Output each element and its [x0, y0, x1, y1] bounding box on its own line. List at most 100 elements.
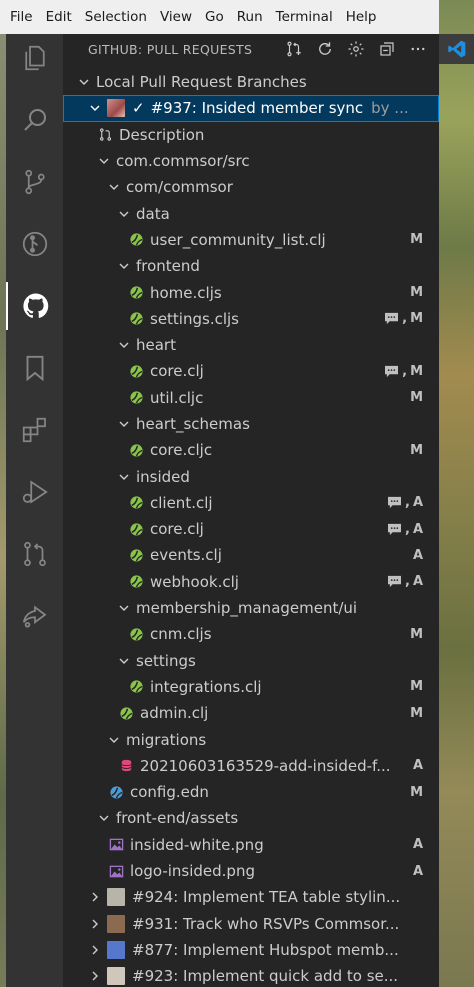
- pull-requests-sidebar: GITHUB: PULL REQUESTS Local Pull Request…: [63, 34, 439, 987]
- author-avatar: [107, 940, 125, 959]
- file-item[interactable]: core.clj, A: [63, 516, 439, 542]
- item-label: core.clj: [150, 362, 204, 381]
- file-item[interactable]: 20210603163529-add-insided-f... A: [63, 753, 439, 779]
- explorer-icon[interactable]: [6, 34, 63, 82]
- file-item[interactable]: settings.cljs, M: [63, 306, 439, 332]
- file-item[interactable]: home.cljs M: [63, 279, 439, 305]
- bookmark-icon[interactable]: [6, 344, 63, 392]
- folder-item[interactable]: com.commsor/src: [63, 148, 439, 174]
- menu-bar: File Edit Selection View Go Run Terminal Help: [0, 0, 439, 34]
- status-letter: M: [410, 626, 423, 642]
- create-pull-request-icon[interactable]: [283, 38, 305, 60]
- clojure-file-icon: [128, 626, 144, 642]
- file-status-badge: A: [413, 864, 423, 879]
- file-item[interactable]: config.edn M: [63, 779, 439, 805]
- pr-title: #924: Implement TEA table stylin...: [132, 888, 401, 907]
- menu-selection[interactable]: Selection: [79, 9, 154, 25]
- status-letter: M: [410, 705, 423, 721]
- group-label: Local Pull Request Branches: [96, 73, 307, 92]
- file-item[interactable]: user_community_list.clj M: [63, 227, 439, 253]
- author-avatar: [107, 99, 125, 118]
- activity-bar: [6, 34, 63, 987]
- menu-terminal[interactable]: Terminal: [270, 9, 340, 25]
- pr-item-937[interactable]: ✓ #937: Insided member sync by ...: [63, 95, 439, 122]
- source-control-icon[interactable]: [6, 158, 63, 206]
- file-item[interactable]: core.cljc M: [63, 437, 439, 463]
- github-icon[interactable]: [6, 282, 63, 330]
- chevron-down-icon: [117, 654, 131, 668]
- chevron-down-icon: [117, 207, 131, 221]
- clojure-file-icon: [128, 547, 144, 563]
- folder-item[interactable]: settings: [63, 648, 439, 674]
- clojure-file-icon: [128, 574, 144, 590]
- chevron-down-icon: [77, 75, 91, 89]
- extensions-icon[interactable]: [6, 406, 63, 454]
- clojure-file-icon: [128, 442, 144, 458]
- status-letter: A: [412, 863, 423, 879]
- status-letter: A: [412, 574, 423, 590]
- pr-item[interactable]: #877: Implement Hubspot memb...: [63, 937, 439, 963]
- menu-help[interactable]: Help: [340, 9, 384, 25]
- menu-run[interactable]: Run: [231, 9, 270, 25]
- file-item[interactable]: insided-white.png A: [63, 832, 439, 858]
- folder-item[interactable]: membership_management/ui: [63, 595, 439, 621]
- item-label: integrations.clj: [150, 677, 262, 696]
- live-share-icon[interactable]: [6, 592, 63, 640]
- status-letter: A: [412, 495, 423, 511]
- file-item[interactable]: cnm.cljs M: [63, 621, 439, 647]
- git-graph-icon[interactable]: [6, 220, 63, 268]
- item-label: client.clj: [150, 493, 213, 512]
- file-item[interactable]: admin.clj M: [63, 700, 439, 726]
- file-item[interactable]: util.cljc M: [63, 385, 439, 411]
- status-letter: A: [412, 521, 423, 537]
- search-icon[interactable]: [6, 96, 63, 144]
- file-item[interactable]: core.clj, M: [63, 358, 439, 384]
- pull-request-icon[interactable]: [6, 530, 63, 578]
- menu-edit[interactable]: Edit: [40, 9, 79, 25]
- item-label: frontend: [136, 257, 200, 276]
- item-label: com/commsor: [126, 178, 233, 197]
- folder-item[interactable]: heart: [63, 332, 439, 358]
- file-item[interactable]: webhook.clj, A: [63, 569, 439, 595]
- chevron-right-icon: [88, 890, 102, 904]
- pr-tree: Local Pull Request Branches ✓ #937: Insi…: [63, 69, 439, 987]
- gear-icon[interactable]: [345, 38, 367, 60]
- file-item[interactable]: integrations.clj M: [63, 674, 439, 700]
- folder-item[interactable]: front-end/assets: [63, 805, 439, 831]
- menu-view[interactable]: View: [154, 9, 199, 25]
- menu-go[interactable]: Go: [199, 9, 231, 25]
- database-file-icon: [118, 758, 134, 774]
- author-avatar: [107, 967, 125, 986]
- clojure-file-icon: [128, 679, 144, 695]
- item-label: cnm.cljs: [150, 625, 212, 644]
- collapse-all-icon[interactable]: [376, 38, 398, 60]
- item-label: core.clj: [150, 520, 204, 539]
- file-status-badge: M: [410, 285, 423, 300]
- file-item[interactable]: events.clj A: [63, 542, 439, 568]
- folder-item[interactable]: data: [63, 200, 439, 226]
- pr-item[interactable]: #923: Implement quick add to se...: [63, 963, 439, 987]
- status-letter: M: [410, 285, 423, 301]
- refresh-icon[interactable]: [314, 38, 336, 60]
- menu-file[interactable]: File: [4, 9, 40, 25]
- comment-icon: [384, 312, 399, 325]
- sidebar-header: GITHUB: PULL REQUESTS: [63, 34, 439, 64]
- folder-item[interactable]: frontend: [63, 253, 439, 279]
- pr-author: by ...: [371, 99, 409, 118]
- item-label: migrations: [126, 730, 207, 749]
- more-icon[interactable]: [407, 38, 429, 60]
- file-item[interactable]: client.clj, A: [63, 490, 439, 516]
- item-label: 20210603163529-add-insided-f...: [140, 756, 391, 775]
- folder-item[interactable]: migrations: [63, 726, 439, 752]
- run-debug-icon[interactable]: [6, 468, 63, 516]
- chevron-down-icon: [117, 259, 131, 273]
- pr-item[interactable]: #924: Implement TEA table stylin...: [63, 884, 439, 910]
- chevron-down-icon: [107, 733, 121, 747]
- folder-item[interactable]: insided: [63, 463, 439, 489]
- folder-item[interactable]: com/commsor: [63, 174, 439, 200]
- description-item[interactable]: Description: [63, 122, 439, 148]
- local-pr-branches-group[interactable]: Local Pull Request Branches: [63, 69, 439, 95]
- folder-item[interactable]: heart_schemas: [63, 411, 439, 437]
- pr-item[interactable]: #931: Track who RSVPs Commsor...: [63, 911, 439, 937]
- file-item[interactable]: logo-insided.png A: [63, 858, 439, 884]
